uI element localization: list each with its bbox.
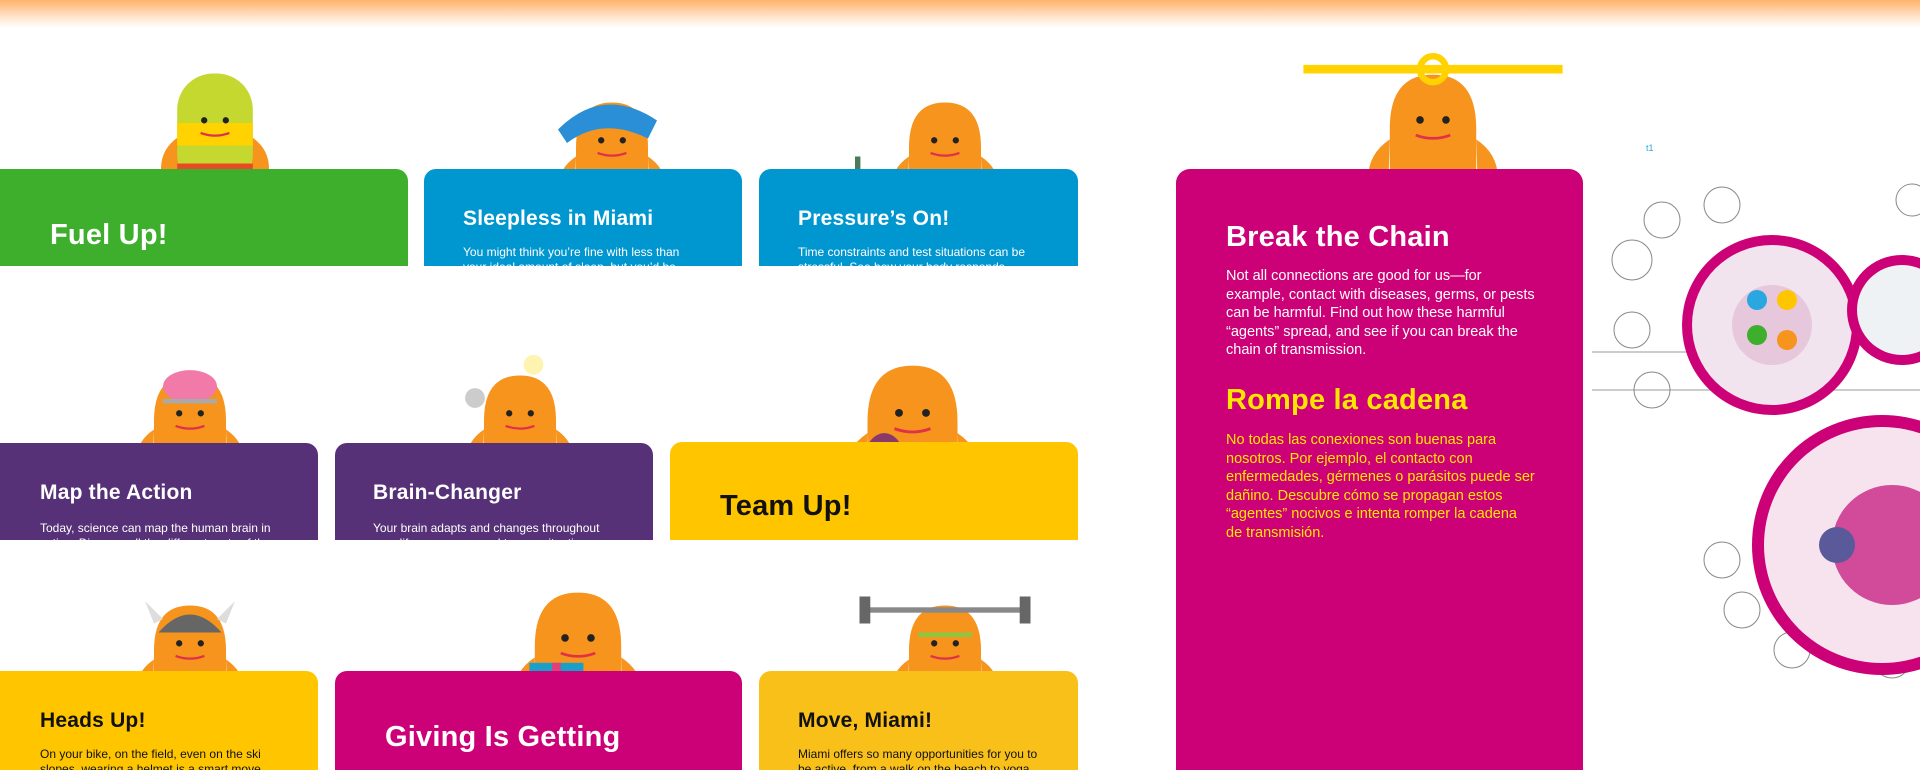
card-title: Brain-Changer — [373, 481, 522, 504]
feature-description-spanish: No todas las conexiones son buenas para … — [1226, 432, 1535, 541]
card-giving-is-getting[interactable]: Giving Is Getting — [335, 671, 742, 770]
card-title: Heads Up! — [40, 709, 146, 732]
card-heads-up[interactable]: Heads Up! On your bike, on the field, ev… — [0, 671, 318, 770]
card-move-miami[interactable]: Move, Miami! Miami offers so many opport… — [759, 671, 1078, 770]
card-description: Time constraints and test situations can… — [798, 245, 1026, 266]
card-fuel-up[interactable]: Fuel Up! — [0, 169, 408, 266]
exhibit-floorplan-illustration — [1592, 183, 1920, 679]
card-break-the-chain[interactable]: Break the Chain Not all connections are … — [1176, 169, 1583, 770]
top-gradient-band — [0, 0, 1920, 28]
feature-title-spanish: Rompe la cadena — [1226, 384, 1468, 416]
card-sleepless-in-miami[interactable]: Sleepless in Miami You might think you’r… — [424, 169, 742, 266]
card-description: You might think you’re fine with less th… — [463, 245, 680, 266]
card-title: Sleepless in Miami — [463, 207, 654, 230]
card-description: Your brain adapts and changes throughout… — [373, 521, 600, 540]
card-map-the-action[interactable]: Map the Action Today, science can map th… — [0, 443, 318, 540]
feature-title: Break the Chain — [1226, 221, 1450, 253]
card-title: Move, Miami! — [798, 709, 933, 732]
card-title: Giving Is Getting — [385, 721, 621, 753]
card-title: Fuel Up! — [50, 219, 168, 251]
card-description: Miami offers so many opportunities for y… — [798, 747, 1038, 770]
card-brain-changer[interactable]: Brain-Changer Your brain adapts and chan… — [335, 443, 653, 540]
card-description: On your bike, on the field, even on the … — [40, 747, 265, 770]
card-title: Pressure’s On! — [798, 207, 950, 230]
card-title: Team Up! — [720, 490, 852, 522]
feature-description: Not all connections are good for us—for … — [1226, 268, 1535, 358]
card-pressures-on[interactable]: Pressure’s On! Time constraints and test… — [759, 169, 1078, 266]
card-description: Today, science can map the human brain i… — [40, 521, 271, 540]
card-team-up[interactable]: Team Up! — [670, 442, 1078, 540]
card-title: Map the Action — [40, 481, 193, 504]
